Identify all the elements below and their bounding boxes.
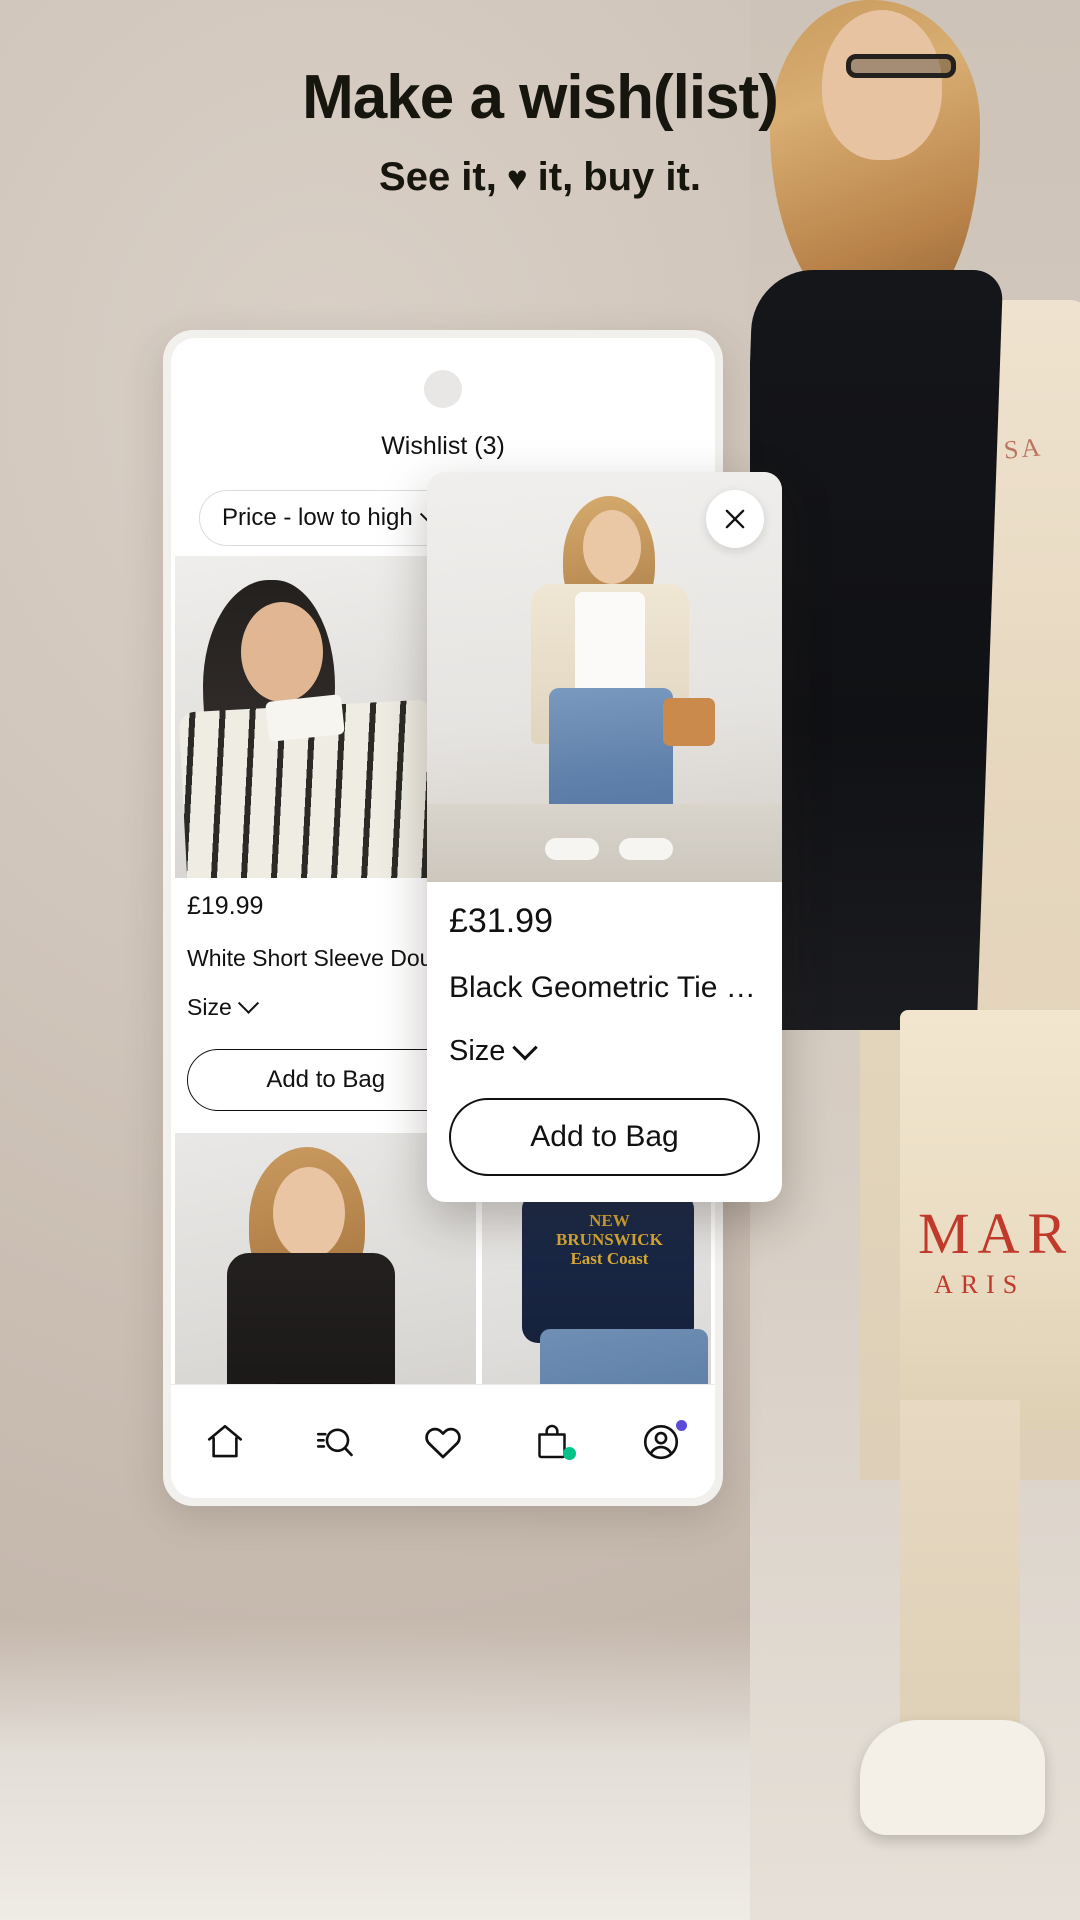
nav-item-account[interactable] bbox=[625, 1410, 697, 1474]
product-name: White Short Sleeve Doub... bbox=[187, 945, 465, 971]
model-face bbox=[583, 510, 641, 584]
subtitle-part-1: See it, bbox=[379, 155, 497, 199]
subtitle-part-3: buy it. bbox=[583, 155, 701, 199]
blue-jeans bbox=[540, 1329, 709, 1384]
nav-item-search[interactable] bbox=[298, 1410, 370, 1474]
featured-product-price: £31.99 bbox=[449, 902, 553, 940]
sort-dropdown[interactable]: Price - low to high bbox=[199, 490, 461, 546]
featured-size-selector[interactable]: Size bbox=[449, 1034, 760, 1068]
shirt-collar bbox=[265, 694, 345, 742]
nav-item-home[interactable] bbox=[189, 1410, 261, 1474]
size-label: Size bbox=[449, 1035, 506, 1067]
bottom-navigation-bar bbox=[171, 1384, 715, 1498]
model-black-coat bbox=[750, 270, 1004, 1030]
sweatshirt-graphic-text: NEW BRUNSWICK East Coast bbox=[556, 1211, 663, 1268]
size-label: Size bbox=[187, 994, 232, 1020]
hero-subtitle: See it, ♥ it, buy it. bbox=[0, 155, 1080, 200]
featured-product-card[interactable]: £31.99 Black Geometric Tie Fro... Size A… bbox=[427, 472, 782, 1202]
featured-product-info: £31.99 Black Geometric Tie Fro... Size A… bbox=[427, 882, 782, 1202]
heart-icon bbox=[425, 1427, 461, 1458]
model-shoe bbox=[860, 1720, 1045, 1835]
featured-product-image[interactable] bbox=[427, 472, 782, 882]
product-price: £19.99 bbox=[187, 892, 264, 920]
close-button[interactable] bbox=[706, 490, 764, 548]
tote-text-main: MAR bbox=[918, 1201, 1075, 1266]
page-title: Make a wish(list) bbox=[302, 63, 779, 132]
sort-dropdown-label: Price - low to high bbox=[222, 504, 413, 531]
screen-title: Wishlist (3) bbox=[381, 432, 505, 460]
account-badge-dot bbox=[675, 1419, 687, 1431]
white-sneaker-right bbox=[619, 838, 673, 860]
subtitle-part-2: it, bbox=[537, 155, 574, 199]
close-icon bbox=[725, 509, 745, 529]
home-icon bbox=[208, 1424, 243, 1457]
camera-punchhole bbox=[424, 370, 462, 408]
tote-bag: MAR ARIS bbox=[900, 1010, 1080, 1430]
black-blazer bbox=[227, 1253, 395, 1384]
model-face bbox=[241, 602, 323, 702]
chevron-down-icon bbox=[237, 992, 259, 1014]
heart-icon: ♥ bbox=[506, 159, 528, 198]
chevron-down-icon bbox=[512, 1034, 539, 1060]
add-to-bag-button[interactable]: Add to Bag bbox=[187, 1049, 465, 1111]
featured-add-to-bag-button[interactable]: Add to Bag bbox=[449, 1098, 760, 1176]
white-top bbox=[575, 592, 645, 700]
bag-badge-dot bbox=[562, 1446, 576, 1460]
nav-item-wishlist[interactable] bbox=[407, 1410, 479, 1474]
tote-text-sub: ARIS bbox=[934, 1270, 1026, 1299]
featured-product-name: Black Geometric Tie Fro... bbox=[449, 971, 760, 1004]
hero-text-block: Make a wish(list) See it, ♥ it, buy it. bbox=[0, 62, 1080, 200]
size-selector[interactable]: Size bbox=[187, 992, 464, 1021]
model-face bbox=[273, 1167, 345, 1259]
nav-item-bag[interactable] bbox=[516, 1410, 588, 1474]
photo-floor bbox=[427, 804, 782, 882]
search-icon bbox=[317, 1427, 353, 1456]
tan-shoulder-bag bbox=[663, 698, 715, 746]
lifestyle-model-photo: RL U S SA MAR ARIS bbox=[750, 0, 1080, 1920]
white-sneaker-left bbox=[545, 838, 599, 860]
